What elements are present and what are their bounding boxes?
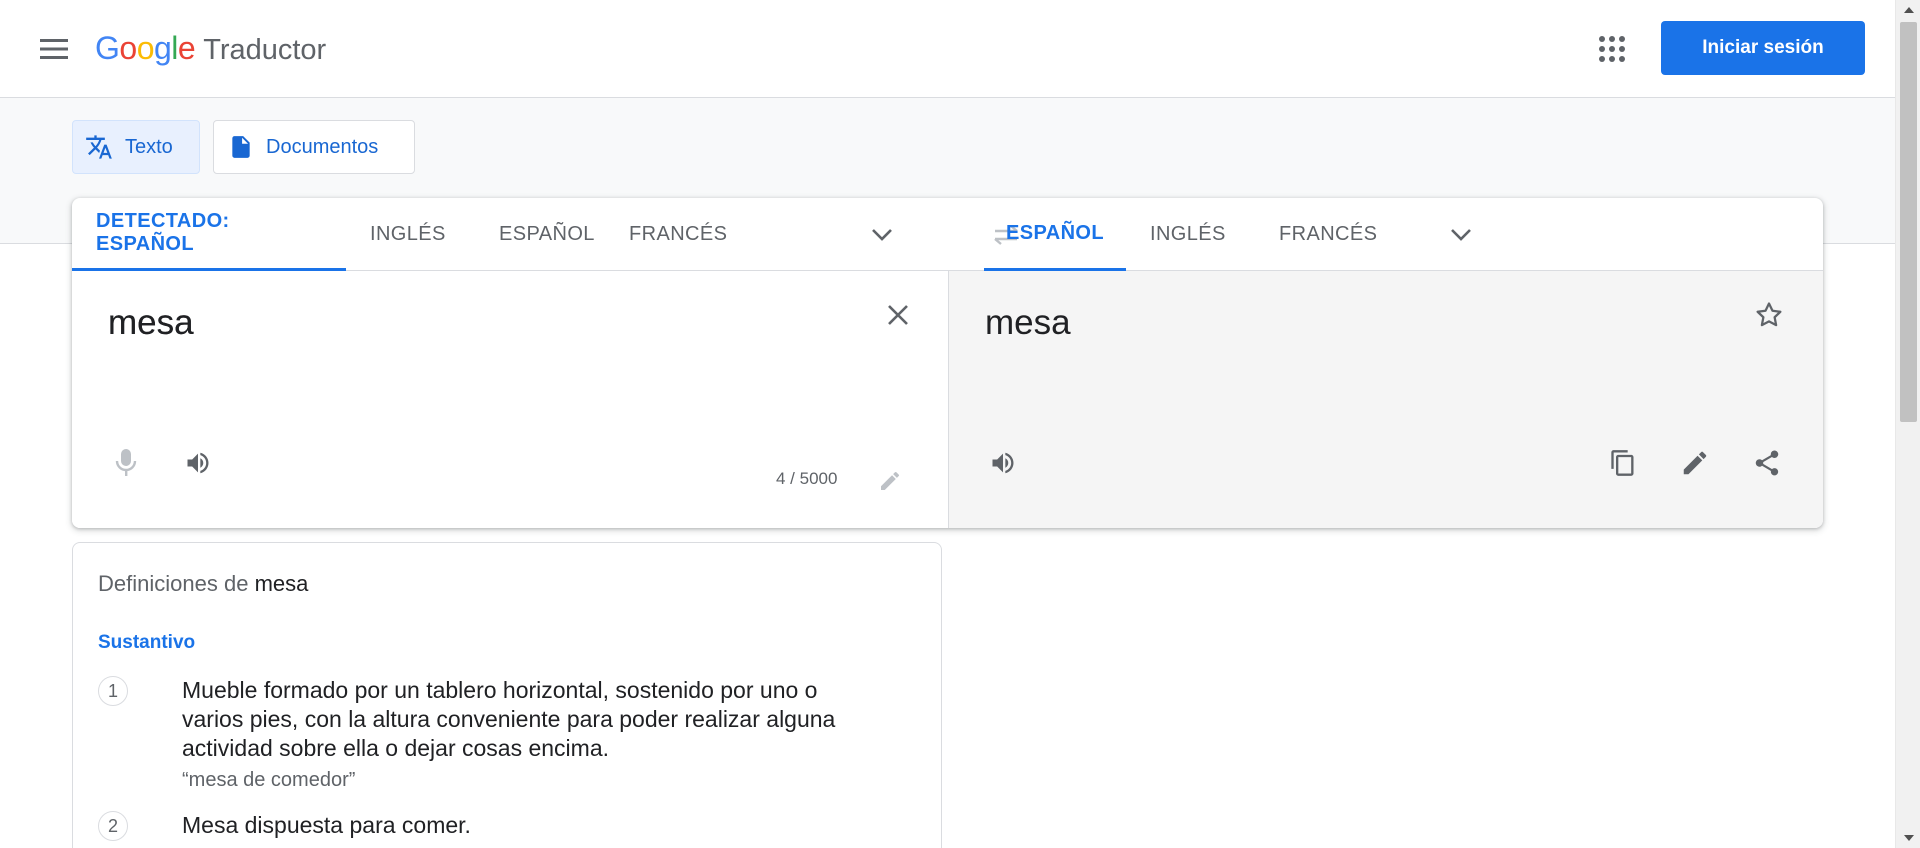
chevron-down-icon [1451, 229, 1471, 241]
character-counter: 4 / 5000 [776, 469, 838, 488]
close-icon [888, 305, 908, 325]
definitions-title-prefix: Definiciones de [98, 571, 249, 596]
pencil-icon [881, 471, 900, 490]
handwriting-input-button[interactable] [872, 463, 908, 499]
chevron-down-icon [872, 229, 892, 241]
target-lang-label: INGLÉS [1150, 223, 1226, 245]
source-text[interactable]: mesa [108, 303, 194, 343]
target-panel [948, 271, 1823, 528]
source-panel: mesa [72, 271, 948, 528]
product-name: Traductor [203, 34, 327, 66]
target-lang-english[interactable]: INGLÉS [1126, 198, 1250, 271]
target-lang-french[interactable]: FRANCÉS [1255, 198, 1401, 271]
source-lang-label: ESPAÑOL [499, 223, 595, 245]
microphone-icon [115, 449, 137, 476]
scroll-up-button[interactable] [1896, 0, 1920, 20]
mode-documents-button[interactable]: Documentos [213, 120, 415, 174]
translate-icon [86, 135, 112, 159]
mode-text-button[interactable]: Texto [72, 120, 200, 174]
definition-number: 1 [98, 676, 128, 706]
document-icon [232, 136, 250, 158]
language-bar: DETECTADO: ESPAÑOL INGLÉS ESPAÑOL FRANCÉ… [72, 198, 1823, 271]
suggest-edit-button[interactable] [1671, 439, 1719, 487]
save-translation-button[interactable] [1745, 291, 1793, 339]
google-apps-button[interactable] [1588, 25, 1636, 73]
logo-letter: o [136, 30, 155, 66]
source-lang-label: DETECTADO: ESPAÑOL [96, 210, 230, 255]
mode-documents-label: Documentos [266, 135, 379, 158]
logo-letter: G [95, 30, 120, 66]
target-text: mesa [985, 303, 1071, 342]
scroll-down-button[interactable] [1896, 828, 1920, 848]
google-translate-logo[interactable]: Google Traductor [95, 30, 326, 67]
pencil-icon [1683, 451, 1707, 475]
voice-input-button[interactable] [102, 439, 150, 487]
source-lang-more-button[interactable] [858, 211, 906, 259]
listen-target-button[interactable] [979, 439, 1027, 487]
definitions-word: mesa [254, 571, 309, 596]
logo-letter: o [119, 30, 137, 66]
source-lang-english[interactable]: INGLÉS [346, 198, 470, 271]
listen-source-button[interactable] [174, 439, 222, 487]
definition-text: Mesa dispuesta para comer. [182, 812, 471, 838]
translate-card: DETECTADO: ESPAÑOL INGLÉS ESPAÑOL FRANCÉ… [72, 198, 1823, 528]
logo-letter: g [153, 30, 172, 66]
copy-translation-button[interactable] [1599, 439, 1647, 487]
main-menu-button[interactable] [30, 25, 78, 73]
copy-icon [1611, 450, 1634, 476]
app-header: Google Traductor Iniciar sesión [0, 0, 1895, 97]
clear-source-button[interactable] [874, 291, 922, 339]
definition-number: 2 [98, 811, 128, 841]
source-lang-label: INGLÉS [370, 223, 446, 245]
source-lang-detected[interactable]: DETECTADO: ESPAÑOL [72, 198, 346, 271]
speaker-icon [992, 452, 1014, 474]
caret-up-icon [1903, 7, 1914, 13]
scrollbar-thumb[interactable] [1900, 22, 1917, 422]
definition-example: “mesa de comedor” [182, 769, 356, 791]
part-of-speech: Sustantivo [98, 632, 196, 653]
logo-letter: e [177, 30, 196, 66]
target-lang-more-button[interactable] [1437, 211, 1485, 259]
sign-in-button[interactable]: Iniciar sesión [1661, 21, 1865, 75]
share-icon [1755, 450, 1779, 476]
logo-letter: l [171, 30, 178, 66]
source-lang-french[interactable]: FRANCÉS [605, 198, 751, 271]
hamburger-menu-icon [40, 39, 68, 59]
mode-text-label: Texto [125, 135, 173, 158]
definitions-title: Definiciones de mesa [98, 571, 308, 597]
target-lang-label: ESPAÑOL [1006, 221, 1104, 244]
target-lang-label: FRANCÉS [1279, 223, 1378, 245]
star-icon [1756, 302, 1782, 327]
definition-text: Mueble formado por un tablero horizontal… [182, 677, 836, 761]
source-lang-spanish[interactable]: ESPAÑOL [475, 198, 619, 271]
google-wordmark: Google [95, 30, 196, 67]
apps-grid-icon [1599, 36, 1625, 62]
target-lang-spanish[interactable]: ESPAÑOL [984, 198, 1126, 271]
source-lang-label: FRANCÉS [629, 223, 728, 245]
page-scrollbar[interactable] [1895, 0, 1920, 848]
share-translation-button[interactable] [1743, 439, 1791, 487]
speaker-icon [187, 452, 209, 474]
translate-page: Google Traductor Iniciar sesión Texto Do… [0, 0, 1895, 848]
caret-down-icon [1903, 835, 1914, 841]
definitions-panel: Definiciones de mesa Sustantivo 1 Mueble… [72, 542, 942, 848]
